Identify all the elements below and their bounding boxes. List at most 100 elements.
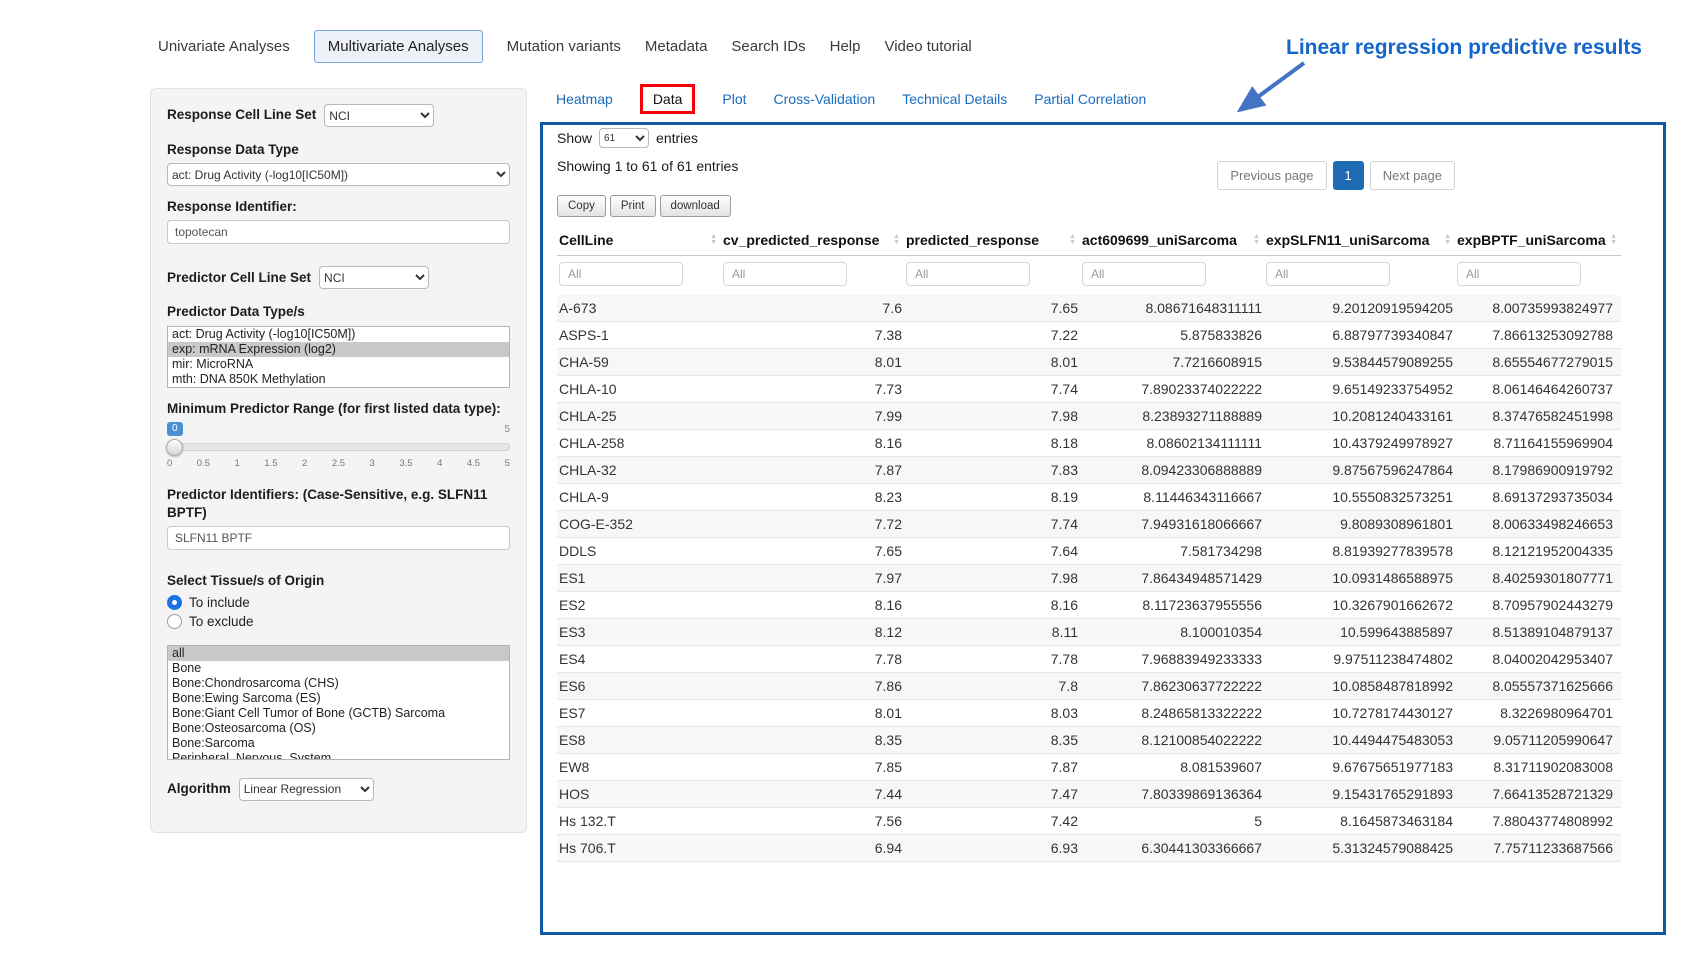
previous-page-button[interactable]: Previous page [1217, 161, 1326, 190]
filter-input-act609699-unisarcoma[interactable] [1082, 262, 1206, 286]
cell: 7.44 [721, 781, 904, 808]
cell: 8.81939277839578 [1264, 538, 1455, 565]
column-header-cv-predicted-response[interactable]: cv_predicted_response▲▼ [721, 225, 904, 256]
filter-input-cellline[interactable] [559, 262, 683, 286]
column-header-expbptf-unisarcoma[interactable]: expBPTF_uniSarcoma▲▼ [1455, 225, 1621, 256]
predictor-identifiers-input[interactable] [167, 526, 510, 550]
nav-tab-video-tutorial[interactable]: Video tutorial [884, 31, 971, 62]
slider-track[interactable] [167, 443, 510, 451]
nav-tab-metadata[interactable]: Metadata [645, 31, 708, 62]
slider-max-label: 5 [504, 424, 510, 435]
nav-tab-multivariate-analyses[interactable]: Multivariate Analyses [314, 30, 483, 63]
option-exp-mrna-expression-log2[interactable]: exp: mRNA Expression (log2) [168, 342, 509, 357]
table-row: ES17.977.987.8643494857142910.0931486588… [557, 565, 1621, 592]
tab-plot[interactable]: Plot [722, 91, 746, 107]
column-header-cellline[interactable]: CellLine▲▼ [557, 225, 721, 256]
nav-tab-univariate-analyses[interactable]: Univariate Analyses [158, 31, 290, 62]
filter-input-expslfn11-unisarcoma[interactable] [1266, 262, 1390, 286]
cell: 7.581734298 [1080, 538, 1264, 565]
cell: 8.1645873463184 [1264, 808, 1455, 835]
nav-tab-mutation-variants[interactable]: Mutation variants [507, 31, 621, 62]
filter-input-expbptf-unisarcoma[interactable] [1457, 262, 1581, 286]
table-row: DDLS7.657.647.5817342988.819392778395788… [557, 538, 1621, 565]
option-act-drug-activity-log10-ic50m[interactable]: act: Drug Activity (-log10[IC50M]) [168, 327, 509, 342]
option-bone-giant-cell-tumor-of-bone-gctb-sarcoma[interactable]: Bone:Giant Cell Tumor of Bone (GCTB) Sar… [168, 706, 509, 721]
filter-cell [721, 256, 904, 296]
option-peripheral-nervous-system[interactable]: Peripheral_Nervous_System [168, 751, 509, 760]
radio-to-include[interactable]: To include [167, 595, 510, 610]
cell: 8.12100854022222 [1080, 727, 1264, 754]
cell: 7.73 [721, 376, 904, 403]
column-header-predicted-response[interactable]: predicted_response▲▼ [904, 225, 1080, 256]
tab-data[interactable]: Data [640, 84, 696, 114]
cell: 8.12121952004335 [1455, 538, 1621, 565]
cell: 8.00735993824977 [1455, 295, 1621, 322]
cell: A-673 [557, 295, 721, 322]
response-identifier-input[interactable] [167, 220, 510, 244]
tab-technical-details[interactable]: Technical Details [902, 91, 1007, 107]
cell: 7.96883949233333 [1080, 646, 1264, 673]
cell: 8.12 [721, 619, 904, 646]
print-button[interactable]: Print [610, 195, 656, 217]
cell: CHLA-25 [557, 403, 721, 430]
option-all[interactable]: all [168, 646, 509, 661]
slider-tick-4: 4 [437, 458, 442, 469]
cell: Hs 132.T [557, 808, 721, 835]
download-button[interactable]: download [660, 195, 731, 217]
predictor-data-type-listbox[interactable]: act: Drug Activity (-log10[IC50M])exp: m… [167, 326, 510, 388]
nav-tab-help[interactable]: Help [830, 31, 861, 62]
table-row: CHLA-2588.168.188.0860213411111110.43792… [557, 430, 1621, 457]
cell: 8.16 [721, 430, 904, 457]
cell: 7.7216608915 [1080, 349, 1264, 376]
radio-to-exclude[interactable]: To exclude [167, 614, 510, 629]
column-label: cv_predicted_response [723, 232, 879, 248]
column-label: expSLFN11_uniSarcoma [1266, 232, 1429, 248]
table-row: Hs 706.T6.946.936.304413033666675.313245… [557, 835, 1621, 862]
nav-tab-search-ids[interactable]: Search IDs [731, 31, 805, 62]
current-page-button[interactable]: 1 [1333, 161, 1364, 190]
response-cell-line-set-select[interactable]: NCI [324, 104, 434, 127]
slider-tick-2: 2 [302, 458, 307, 469]
option-bone-sarcoma[interactable]: Bone:Sarcoma [168, 736, 509, 751]
show-entries-control: Show 61 entries [557, 128, 698, 148]
cell: 7.83 [904, 457, 1080, 484]
results-panel: Show 61 entries Showing 1 to 61 of 61 en… [540, 122, 1666, 935]
table-row: Hs 132.T7.567.4258.16458734631847.880437… [557, 808, 1621, 835]
column-header-expslfn11-unisarcoma[interactable]: expSLFN11_uniSarcoma▲▼ [1264, 225, 1455, 256]
tissue-listbox[interactable]: allBoneBone:Chondrosarcoma (CHS)Bone:Ewi… [167, 645, 510, 760]
cell: 5.875833826 [1080, 322, 1264, 349]
option-bone-chondrosarcoma-chs[interactable]: Bone:Chondrosarcoma (CHS) [168, 676, 509, 691]
option-mir-microrna[interactable]: mir: MicroRNA [168, 357, 509, 372]
cell: 8.37476582451998 [1455, 403, 1621, 430]
column-header-act609699-unisarcoma[interactable]: act609699_uniSarcoma▲▼ [1080, 225, 1264, 256]
filter-input-predicted-response[interactable] [906, 262, 1030, 286]
copy-button[interactable]: Copy [557, 195, 606, 217]
option-bone[interactable]: Bone [168, 661, 509, 676]
option-bone-osteosarcoma-os[interactable]: Bone:Osteosarcoma (OS) [168, 721, 509, 736]
min-predictor-range-slider[interactable]: 0 5 00.511.522.533.544.55 [167, 422, 510, 474]
slider-handle[interactable] [166, 439, 183, 456]
cell: 8.06146464260737 [1455, 376, 1621, 403]
cell: 8.01 [904, 349, 1080, 376]
cell: 7.42 [904, 808, 1080, 835]
tab-heatmap[interactable]: Heatmap [556, 91, 613, 107]
entries-select[interactable]: 61 [599, 128, 649, 148]
algorithm-select[interactable]: Linear Regression [239, 778, 374, 801]
option-bone-ewing-sarcoma-es[interactable]: Bone:Ewing Sarcoma (ES) [168, 691, 509, 706]
cell: 7.86434948571429 [1080, 565, 1264, 592]
slider-tick-1: 1 [235, 458, 240, 469]
annotation-title: Linear regression predictive results [1286, 36, 1642, 60]
tab-partial-correlation[interactable]: Partial Correlation [1034, 91, 1146, 107]
predictor-cell-line-set-select[interactable]: NCI [319, 266, 429, 289]
cell: 8.23893271188889 [1080, 403, 1264, 430]
table-row: ES28.168.168.1172363795555610.3267901662… [557, 592, 1621, 619]
next-page-button[interactable]: Next page [1370, 161, 1455, 190]
table-row: ES38.128.118.10001035410.5996438858978.5… [557, 619, 1621, 646]
option-mth-dna-850k-methylation[interactable]: mth: DNA 850K Methylation [168, 372, 509, 387]
response-data-type-select[interactable]: act: Drug Activity (-log10[IC50M]) [167, 163, 510, 186]
cell: 7.8 [904, 673, 1080, 700]
table-row: CHLA-257.997.988.2389327118888910.208124… [557, 403, 1621, 430]
tab-cross-validation[interactable]: Cross-Validation [774, 91, 876, 107]
filter-input-cv-predicted-response[interactable] [723, 262, 847, 286]
cell: 10.0931486588975 [1264, 565, 1455, 592]
